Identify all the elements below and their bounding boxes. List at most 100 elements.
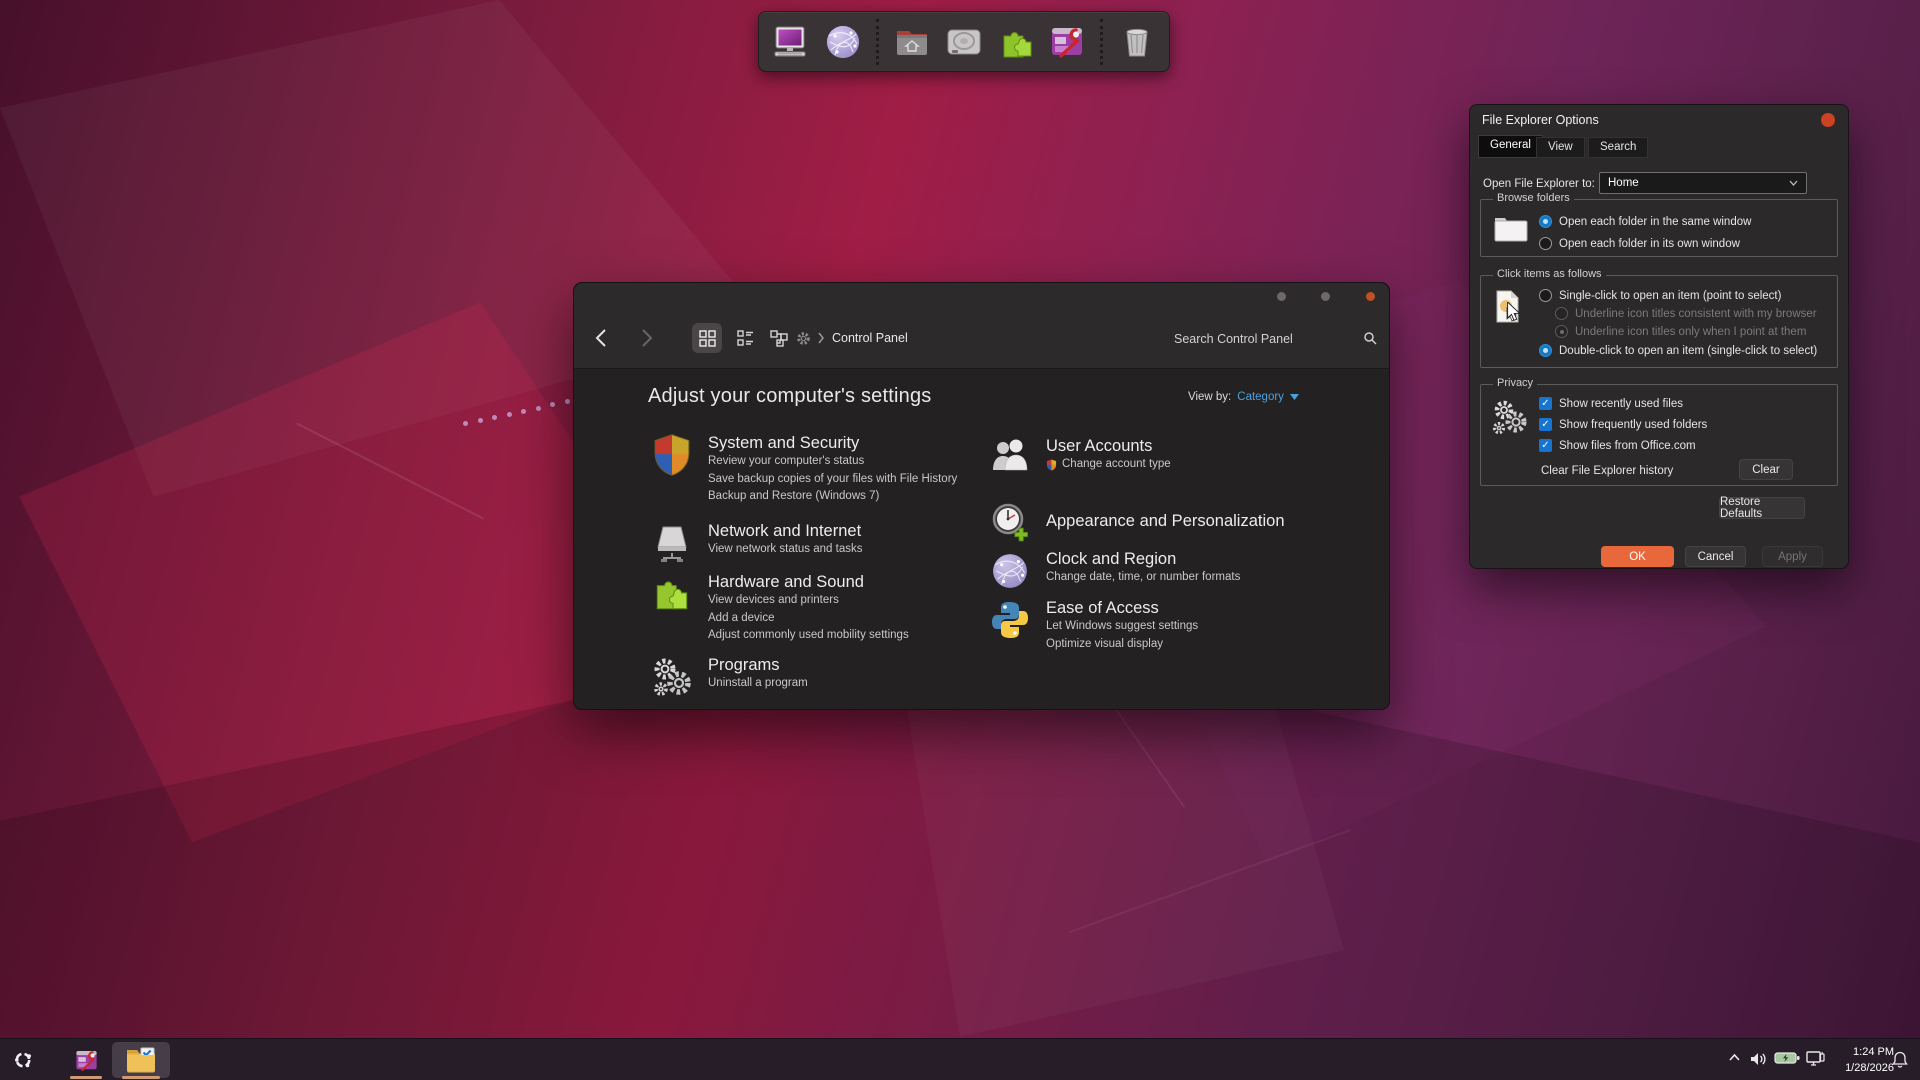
puzzle-icon [650,572,694,616]
clear-button[interactable]: Clear [1739,459,1793,480]
file-explorer-options-dialog: File Explorer Options General View Searc… [1469,104,1849,569]
radio-icon [1539,344,1552,357]
clock-time: 1:24 PM [1832,1044,1894,1060]
trash-icon[interactable] [1116,20,1157,63]
radio-icon [1555,307,1568,320]
radio-own-window[interactable]: Open each folder in its own window [1539,237,1740,250]
search-icon[interactable] [1360,323,1380,353]
category-link[interactable]: Add a device [708,610,909,628]
running-indicator [70,1076,102,1079]
category-link[interactable]: Adjust commonly used mobility settings [708,627,909,645]
radio-same-window[interactable]: Open each folder in the same window [1539,215,1751,228]
category-link[interactable]: Change account type [1046,456,1171,474]
tab-general[interactable]: General [1478,135,1543,158]
hard-disk-icon[interactable] [944,20,985,63]
hidden-icons-chevron[interactable] [1728,1051,1741,1064]
group-legend: Privacy [1493,377,1537,389]
category-link[interactable]: Let Windows suggest settings [1046,618,1198,636]
network-device-icon [650,521,694,565]
group-legend: Click items as follows [1493,268,1606,280]
category-title[interactable]: Appearance and Personalization [1046,511,1285,531]
computer-icon[interactable] [771,20,812,63]
ok-button[interactable]: OK [1601,546,1674,567]
home-folder-icon[interactable] [892,20,933,63]
settings-tools-icon[interactable] [1047,20,1088,63]
category-system-security[interactable]: System and Security Review your computer… [650,433,957,506]
restore-defaults-button[interactable]: Restore Defaults [1719,497,1805,519]
checkbox-icon: ✓ [1539,397,1552,410]
radio-double-click[interactable]: Double-click to open an item (single-cli… [1539,344,1817,357]
uac-shield-icon [1046,459,1057,471]
plugins-puzzle-icon[interactable] [995,20,1036,63]
tree-view-button[interactable] [764,323,794,353]
network-display-icon[interactable] [1806,1051,1825,1068]
category-title[interactable]: Network and Internet [708,521,862,541]
taskbar-app-file-explorer[interactable] [112,1042,170,1078]
dialog-title: File Explorer Options [1482,113,1599,127]
category-title[interactable]: Clock and Region [1046,549,1240,569]
tray-clock[interactable]: 1:24 PM 1/28/2026 [1832,1044,1894,1076]
checkbox-recent-files[interactable]: ✓ Show recently used files [1539,397,1683,410]
volume-icon[interactable] [1750,1051,1768,1067]
privacy-group: Privacy ✓ Show recently used files ✓ Sho… [1480,384,1838,486]
category-link[interactable]: View network status and tasks [708,541,862,559]
security-shield-icon [650,433,694,477]
close-button[interactable] [1821,113,1835,127]
clock-date: 1/28/2026 [1832,1060,1894,1076]
category-hardware-sound[interactable]: Hardware and Sound View devices and prin… [650,572,909,645]
window-maximize-dot[interactable] [1321,292,1330,301]
radio-icon [1539,215,1552,228]
radio-icon [1539,237,1552,250]
category-clock-region[interactable]: Clock and Region Change date, time, or n… [988,549,1240,593]
wallpaper-line [1069,829,1352,933]
bell-icon[interactable] [1892,1051,1908,1068]
tab-view[interactable]: View [1536,137,1585,158]
category-programs[interactable]: Programs Uninstall a program [650,655,808,699]
clear-history-label: Clear File Explorer history [1541,465,1673,477]
breadcrumb[interactable]: Control Panel [832,331,908,345]
radio-icon [1539,289,1552,302]
cancel-button[interactable]: Cancel [1685,546,1746,567]
ubuntu-launcher-icon[interactable] [14,1051,32,1074]
taskbar-app-settings[interactable] [64,1042,108,1078]
grid-view-button[interactable] [692,323,722,353]
running-indicator [122,1076,160,1079]
clock-plus-icon [988,501,1032,545]
window-minimize-dot[interactable] [1277,292,1286,301]
category-ease-of-access[interactable]: Ease of Access Let Windows suggest setti… [988,598,1198,653]
radio-single-click[interactable]: Single-click to open an item (point to s… [1539,289,1781,302]
category-appearance[interactable]: Appearance and Personalization [988,501,1285,545]
view-by-value[interactable]: Category [1237,391,1284,403]
category-link[interactable]: Optimize visual display [1046,636,1198,654]
category-title[interactable]: Ease of Access [1046,598,1198,618]
category-link[interactable]: Uninstall a program [708,675,808,693]
window-close-dot[interactable] [1366,292,1375,301]
category-link[interactable]: Backup and Restore (Windows 7) [708,488,957,506]
category-title[interactable]: Programs [708,655,808,675]
category-link[interactable]: Save backup copies of your files with Fi… [708,471,957,489]
category-link[interactable]: Change date, time, or number formats [1046,569,1240,587]
back-button[interactable] [586,323,616,353]
open-to-select[interactable]: Home [1599,172,1807,194]
list-view-button[interactable] [730,323,760,353]
breadcrumb-chevron-icon [814,323,828,353]
forward-button[interactable] [632,323,662,353]
apply-button[interactable]: Apply [1762,546,1823,567]
category-user-accounts[interactable]: User Accounts Change account type [988,436,1171,480]
category-link[interactable]: View devices and printers [708,592,909,610]
category-link[interactable]: Review your computer's status [708,453,957,471]
open-to-value: Home [1608,177,1639,189]
search-input[interactable] [1174,327,1364,351]
checkbox-frequent-folders[interactable]: ✓ Show frequently used folders [1539,418,1707,431]
checkbox-office-files[interactable]: ✓ Show files from Office.com [1539,439,1696,452]
radio-icon [1555,325,1568,338]
category-network-internet[interactable]: Network and Internet View network status… [650,521,862,565]
tab-search[interactable]: Search [1588,137,1648,158]
settings-tools-icon [73,1047,100,1074]
folder-white-icon [1493,214,1529,244]
network-globe-icon[interactable] [823,20,864,63]
battery-charging-icon[interactable] [1774,1051,1800,1065]
category-title[interactable]: Hardware and Sound [708,572,909,592]
category-title[interactable]: User Accounts [1046,436,1171,456]
category-title[interactable]: System and Security [708,433,957,453]
